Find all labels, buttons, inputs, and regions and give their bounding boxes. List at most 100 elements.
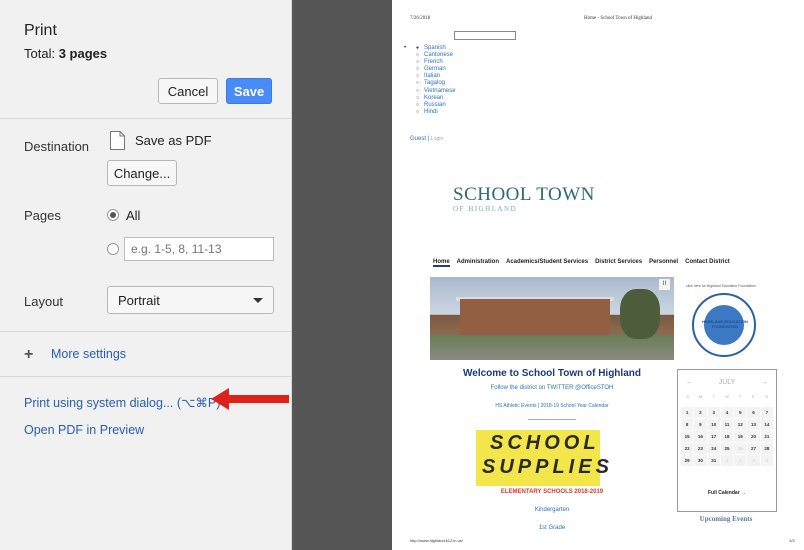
events-links: HS Athletic Events | 2018-19 School Year… [495, 403, 609, 409]
kindergarten-link: Kindergarten [534, 507, 570, 513]
calendar-day: 4 [760, 455, 773, 466]
list-item: Cantonese [416, 52, 456, 59]
calendar-day: 14 [760, 419, 773, 430]
calendar-day: 7 [760, 407, 773, 418]
layout-value: Portrait [118, 293, 160, 308]
nav-item-academics: Academics/Student Services [506, 259, 589, 265]
calendar-day: 27 [747, 443, 760, 454]
calendar-day: 30 [694, 455, 707, 466]
layout-label: Layout [24, 294, 64, 309]
arrow-left-icon: ← [686, 378, 693, 386]
calendar-day: 15 [681, 431, 694, 442]
calendar-day: 8 [681, 419, 694, 430]
page-header-title: Home - School Town of Highland [584, 16, 653, 21]
school-building-photo [430, 277, 674, 360]
cancel-button[interactable]: Cancel [158, 78, 218, 104]
print-settings-sidebar: Print Total: 3 pages Cancel Save Destina… [0, 0, 292, 550]
calendar-day: 3 [707, 407, 720, 418]
page-date: 7/26/2018 [410, 16, 431, 21]
calendar-day: 2 [734, 455, 747, 466]
calendar-day: 11 [720, 419, 734, 430]
upcoming-events-heading: Upcoming Events [699, 515, 753, 523]
calendar-day: 29 [681, 455, 694, 466]
more-settings-link[interactable]: More settings [51, 347, 126, 361]
page-url: http://www.highland.k12.in.us/ [410, 538, 463, 543]
document-icon [110, 131, 125, 150]
pages-all-radio[interactable] [107, 209, 119, 221]
language-list: • Spanish Cantonese French German Italia… [404, 45, 456, 116]
calendar-day: 23 [694, 443, 707, 454]
preview-page[interactable]: 7/26/2018 Home - School Town of Highland… [392, 0, 804, 550]
change-destination-button[interactable]: Change... [107, 160, 177, 186]
system-dialog-link[interactable]: Print using system dialog... (⌥⌘P) [24, 395, 220, 410]
calendar-day: 9 [694, 419, 707, 430]
calendar-day: 1 [720, 455, 734, 466]
pages-label: Pages [24, 208, 61, 223]
calendar-day: 10 [707, 419, 720, 430]
layout-select[interactable]: Portrait [107, 286, 274, 314]
calendar-day: 4 [720, 407, 734, 418]
total-pages: Total: 3 pages [24, 46, 108, 61]
calendar-day: 21 [760, 431, 773, 442]
pages-custom-radio[interactable] [107, 243, 119, 255]
calendar-weekday: S [686, 394, 689, 399]
calendar-day: 22 [681, 443, 694, 454]
list-item: Spanish [416, 45, 456, 52]
list-item: German [416, 66, 456, 73]
school-logo-title: SCHOOL TOWN [453, 184, 595, 205]
dialog-title: Print [24, 22, 57, 39]
calendar-day: 3 [747, 455, 760, 466]
calendar-weekdays: SMTWTFS [681, 394, 773, 399]
arrow-right-icon: → [760, 378, 768, 386]
open-preview-link[interactable]: Open PDF in Preview [24, 423, 144, 437]
list-item: Korean [416, 95, 456, 102]
calendar-day: 18 [720, 431, 734, 442]
calendar-day: 24 [707, 443, 720, 454]
calendar-day: 16 [694, 431, 707, 442]
calendar-day: 17 [707, 431, 720, 442]
chevron-down-icon [253, 298, 263, 303]
calendar-day: 28 [760, 443, 773, 454]
foundation-seal-logo: HIGHLAND EDUCATION FOUNDATION [692, 293, 756, 357]
list-item: French [416, 59, 456, 66]
welcome-heading: Welcome to School Town of Highland [463, 368, 641, 379]
school-logo-subtitle: OF HIGHLAND [453, 205, 518, 213]
calendar-day: 6 [747, 407, 760, 418]
plus-icon[interactable]: + [24, 346, 33, 364]
first-grade-link: 1st Grade [538, 525, 566, 531]
calendar-day: 25 [720, 443, 734, 454]
calendar-weekday: T [712, 394, 716, 399]
nav-item-personnel: Personnel [649, 259, 679, 265]
calendar-weekday: S [765, 394, 768, 399]
school-supplies-banner: SCHOOL SUPPLIES [476, 430, 609, 486]
list-item: Tagalog [416, 80, 456, 87]
nav-item-contact: Contact District [685, 259, 730, 265]
calendar-weekday: M [699, 394, 703, 399]
calendar-day: 26 [734, 443, 747, 454]
calendar-weekday: W [725, 394, 729, 399]
calendar-day: 1 [681, 407, 694, 418]
pause-icon: II [659, 279, 670, 290]
divider [0, 376, 291, 377]
divider [0, 331, 291, 332]
calendar-day: 19 [734, 431, 747, 442]
save-button[interactable]: Save [226, 78, 272, 104]
calendar-month: JULY [718, 378, 736, 386]
divider [528, 419, 576, 420]
calendar-day: 20 [747, 431, 760, 442]
destination-label: Destination [24, 139, 90, 154]
calendar-weekday: F [752, 394, 755, 399]
list-item: Italian [416, 73, 456, 80]
search-box [454, 31, 516, 40]
guest-login: Guest | Login [410, 136, 444, 142]
pages-range-input[interactable] [124, 237, 274, 261]
elementary-heading: ELEMENTARY SCHOOLS 2018-2019 [500, 489, 604, 495]
pages-all-label: All [126, 208, 141, 223]
destination-value: Save as PDF [135, 133, 212, 148]
calendar-widget: ← JULY → SMTWTFS 1 2 3 4 5 6 7 8 9 10 11 12 13 14 15 16… [677, 369, 777, 512]
red-arrow-icon [211, 388, 289, 410]
twitter-follow: Follow the district on TWITTER @OfficeST… [490, 385, 614, 391]
calendar-days: 1 2 3 4 5 6 7 8 9 10 11 12 13 14 15 16 17 18 19 20 21 22 23 24 2… [681, 407, 773, 466]
calendar-day: 31 [707, 455, 720, 466]
list-item: Vietnamese [416, 88, 456, 95]
